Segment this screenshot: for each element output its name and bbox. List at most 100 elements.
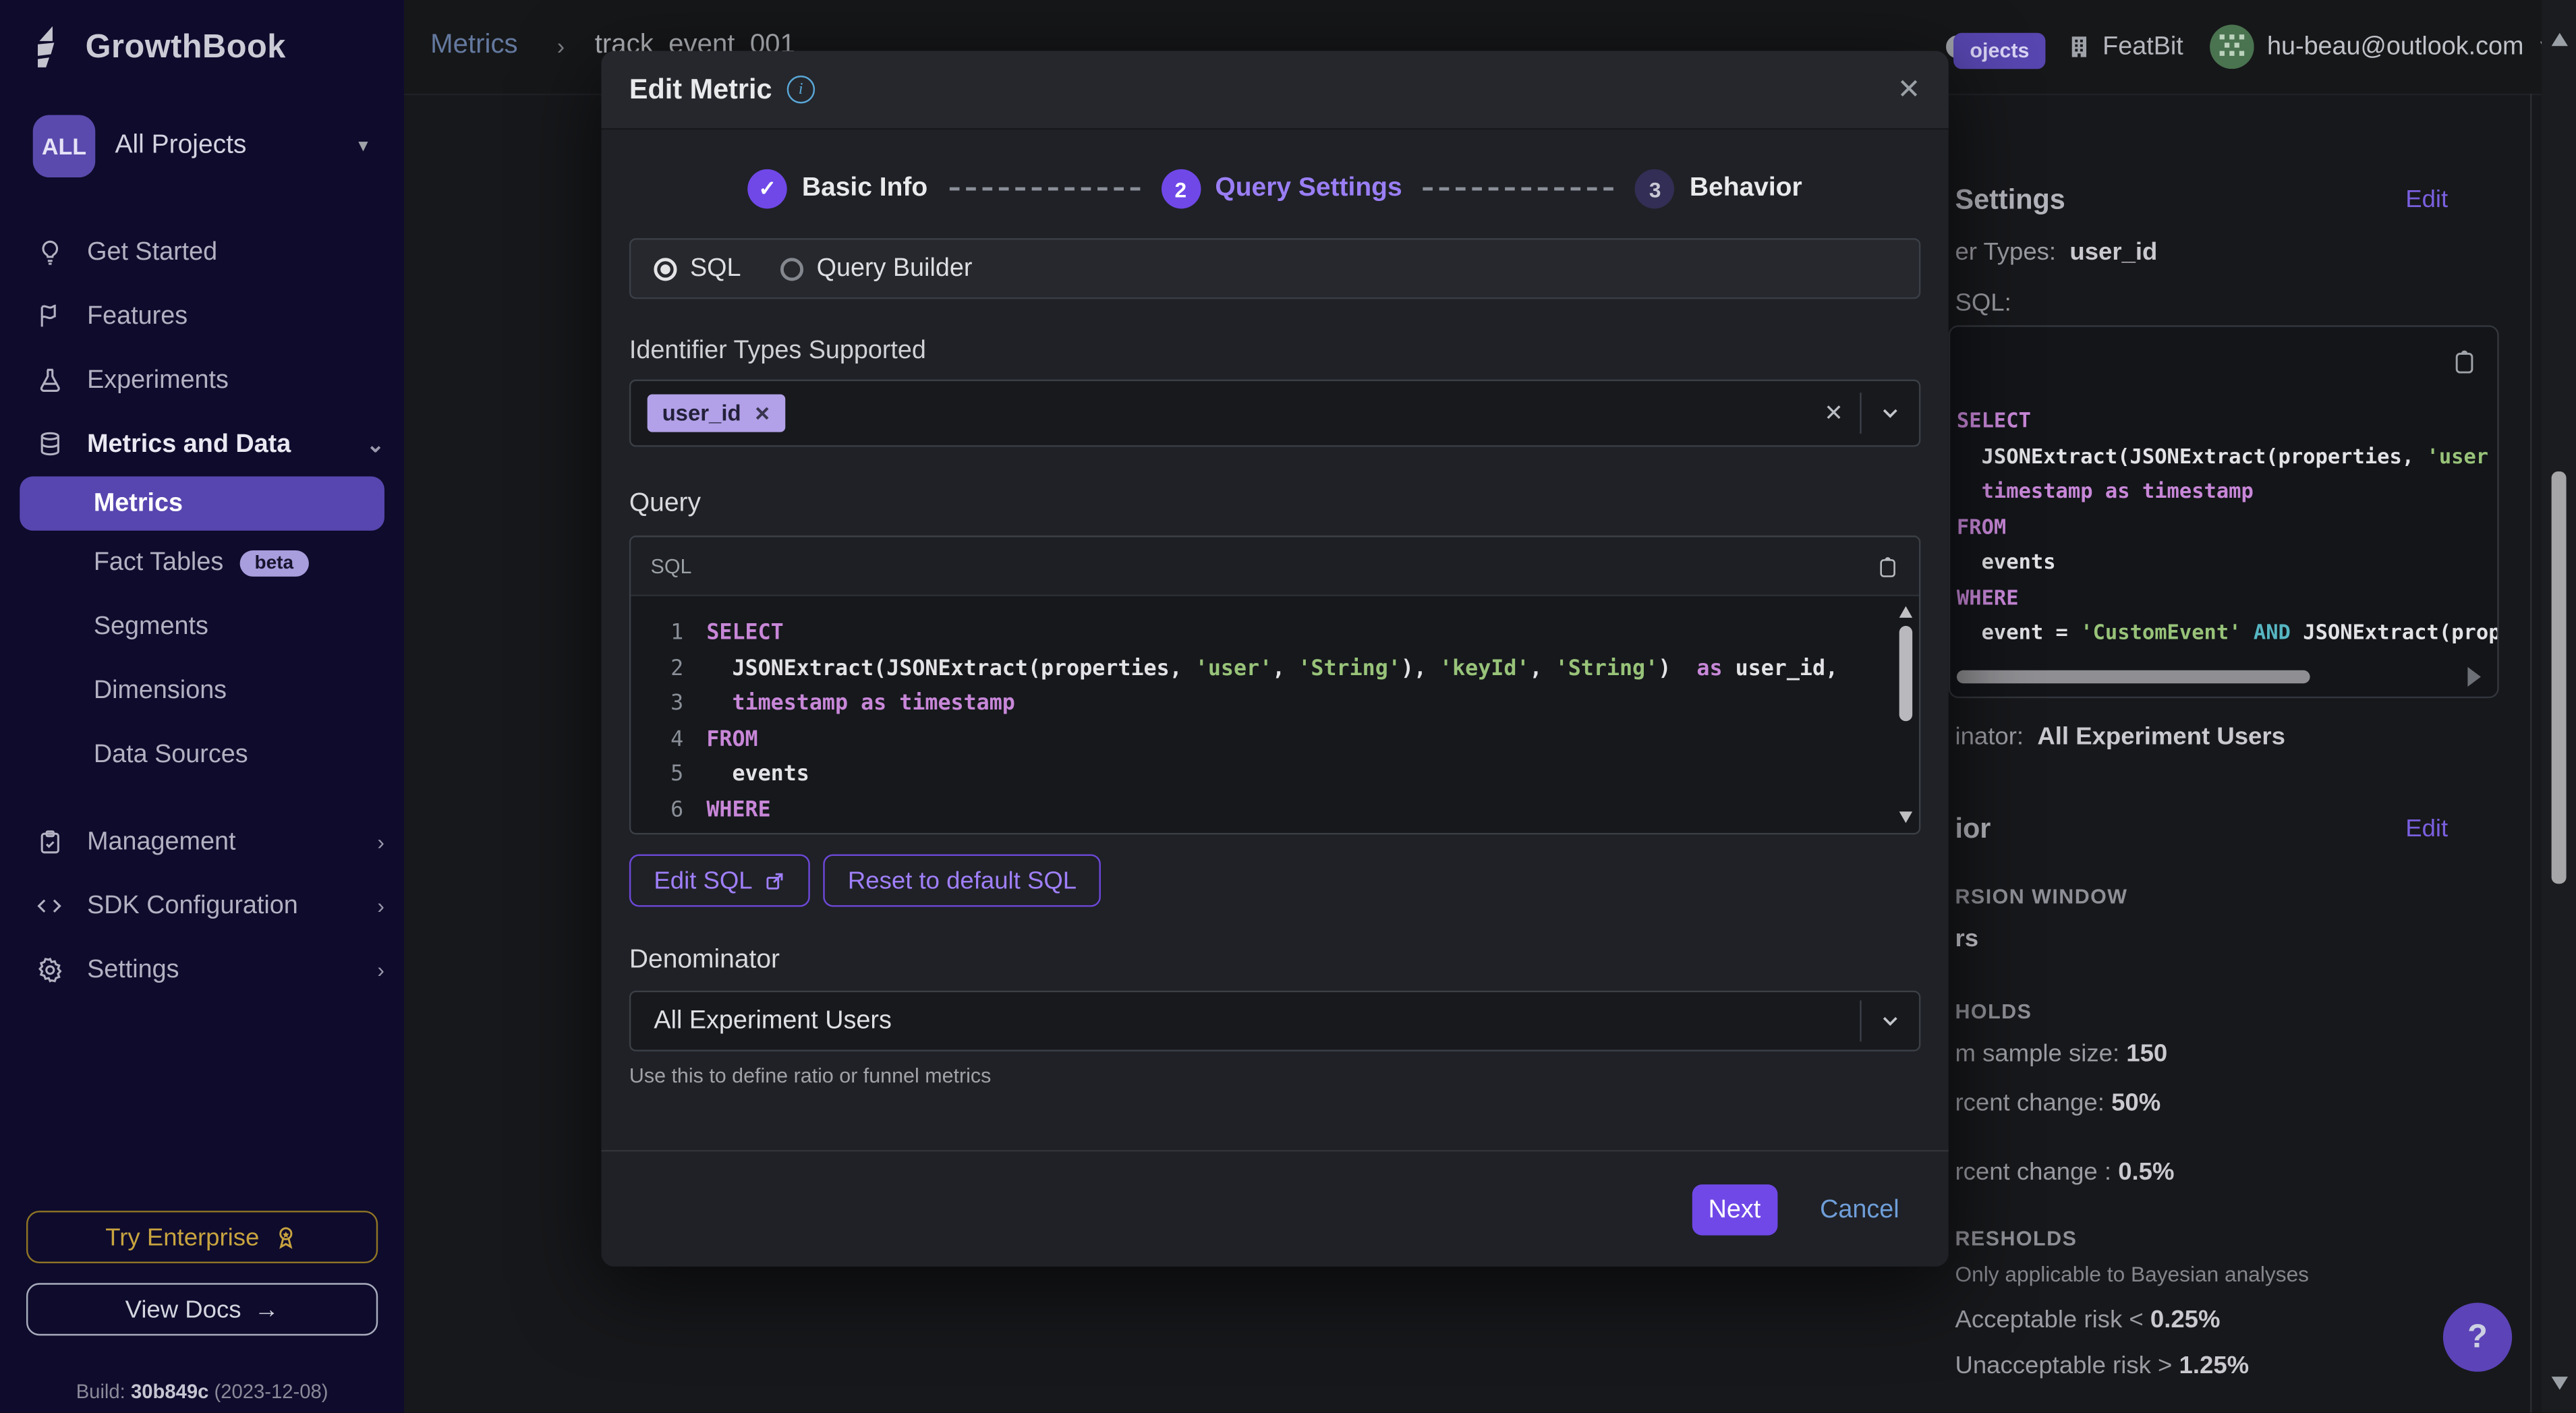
scroll-up-arrow[interactable] — [1899, 606, 1912, 618]
reset-sql-button[interactable]: Reset to default SQL — [823, 855, 1101, 907]
help-button[interactable]: ? — [2443, 1303, 2512, 1372]
sidebar-item-sdk-configuration[interactable]: SDK Configuration › — [0, 874, 404, 938]
conversion-window-value: rs — [1955, 925, 1978, 952]
user-email: hu-beau@outlook.com — [2267, 32, 2523, 61]
chevron-down-icon — [1878, 1009, 1903, 1034]
radio-sql[interactable]: SQL — [654, 254, 741, 283]
scroll-down-arrow[interactable] — [2552, 1377, 2568, 1389]
code-icon — [33, 892, 66, 920]
sidebar-item-metrics-and-data[interactable]: Metrics and Data ⌄ — [0, 412, 404, 476]
edit-behavior-link[interactable]: Edit — [2405, 815, 2448, 842]
sidebar-item-segments[interactable]: Segments — [0, 595, 404, 659]
editor-header: SQL — [631, 537, 1919, 596]
sidebar-item-experiments[interactable]: Experiments — [0, 348, 404, 412]
identifier-types-multiselect[interactable]: user_id ✕ ✕ — [629, 380, 1920, 447]
step-query-settings[interactable]: 2 Query Settings — [1161, 169, 1402, 208]
edit-sql-button[interactable]: Edit SQL — [629, 855, 810, 907]
org-name: FeatBit — [2102, 32, 2183, 61]
try-enterprise-label: Try Enterprise — [105, 1223, 259, 1250]
wizard-stepper: ✓ Basic Info 2 Query Settings 3 Behavior — [601, 169, 1948, 208]
scrollbar-thumb[interactable] — [2552, 471, 2567, 884]
query-label: Query — [629, 490, 1920, 519]
denominator-row: inator: All Experiment Users — [1955, 723, 2285, 751]
project-selector[interactable]: ALL All Projects ▼ — [33, 115, 372, 177]
copy-icon[interactable] — [2451, 347, 2478, 376]
horizontal-scrollbar-thumb[interactable] — [1957, 670, 2310, 683]
chevron-right-icon: › — [377, 958, 384, 983]
edit-metric-modal: Edit Metric i ✕ ✓ Basic Info 2 Query Set… — [601, 51, 1948, 1267]
page-scrollbar[interactable] — [2542, 0, 2576, 1413]
scroll-up-arrow[interactable] — [2552, 33, 2568, 46]
close-icon[interactable]: ✕ — [1897, 73, 1921, 106]
denominator-helper-text: Use this to define ratio or funnel metri… — [629, 1064, 1920, 1087]
sample-size-row: m sample size: 150 — [1955, 1040, 2167, 1068]
editor-language-label: SQL — [651, 554, 692, 577]
chevron-right-icon: › — [377, 830, 384, 855]
sidebar-item-label: Get Started — [87, 237, 217, 267]
database-icon — [33, 430, 66, 458]
edit-sql-label: Edit SQL — [654, 867, 752, 894]
sidebar-item-label: Fact Tables — [94, 548, 223, 577]
lightbulb-icon — [33, 238, 66, 266]
breadcrumb-metrics[interactable]: Metrics — [430, 30, 518, 61]
org-switcher[interactable]: FeatBit — [2067, 32, 2183, 61]
copy-icon[interactable] — [1877, 553, 1899, 579]
projects-badge: ojects — [1953, 33, 2046, 69]
identifier-types-row: er Types: user_id — [1955, 238, 2157, 266]
next-button[interactable]: Next — [1692, 1184, 1777, 1236]
sidebar-item-management[interactable]: Management › — [0, 810, 404, 874]
sidebar-item-features[interactable]: Features — [0, 284, 404, 348]
sql-code: 1SELECT2 JSONExtract(JSONExtract(propert… — [631, 596, 1919, 828]
user-menu[interactable]: hu-beau@outlook.com ▼ — [2210, 25, 2553, 69]
sidebar-item-label: Features — [87, 301, 188, 331]
scroll-down-arrow[interactable] — [1899, 811, 1912, 823]
edit-query-settings-link[interactable]: Edit — [2405, 185, 2448, 213]
flag-icon — [33, 302, 66, 330]
step-1-check-icon: ✓ — [748, 169, 787, 208]
step-2-number: 2 — [1161, 169, 1200, 208]
step-basic-info[interactable]: ✓ Basic Info — [748, 169, 928, 208]
cancel-button[interactable]: Cancel — [1820, 1195, 1899, 1225]
metric-sql-preview: SELECT JSONExtract(JSONExtract(propertie… — [1949, 325, 2499, 698]
sidebar-item-data-sources[interactable]: Data Sources — [0, 723, 404, 787]
sidebar-item-label: Segments — [94, 612, 208, 641]
select-divider — [1860, 1000, 1861, 1041]
scroll-right-arrow[interactable] — [2467, 667, 2480, 687]
scrollbar-thumb[interactable] — [1899, 626, 1912, 721]
sidebar-item-metrics[interactable]: Metrics — [20, 476, 384, 530]
clipboard-icon — [33, 828, 66, 856]
sidebar: GrowthBook ALL All Projects ▼ Get Starte… — [0, 0, 404, 1413]
editor-body[interactable]: 1SELECT2 JSONExtract(JSONExtract(propert… — [631, 596, 1919, 833]
avatar — [2210, 25, 2254, 69]
chip-remove-icon[interactable]: ✕ — [754, 402, 771, 425]
chip-label: user_id — [662, 401, 741, 426]
unacceptable-risk-row: Unacceptable risk > 1.25% — [1955, 1352, 2249, 1380]
chevron-down-icon[interactable] — [1878, 401, 1903, 426]
sidebar-item-get-started[interactable]: Get Started — [0, 220, 404, 284]
identifier-chip-user-id[interactable]: user_id ✕ — [648, 395, 786, 432]
step-label: Basic Info — [802, 174, 927, 204]
radio-query-builder[interactable]: Query Builder — [780, 254, 972, 283]
beta-badge: beta — [240, 550, 308, 576]
denominator-select[interactable]: All Experiment Users — [629, 991, 1920, 1051]
gear-icon — [33, 956, 66, 984]
sidebar-item-settings[interactable]: Settings › — [0, 938, 404, 1002]
modal-title: Edit Metric — [629, 73, 772, 106]
denominator-value: All Experiment Users — [654, 1006, 891, 1036]
project-label: All Projects — [115, 132, 335, 161]
sidebar-item-label: Dimensions — [94, 676, 227, 705]
sidebar-item-fact-tables[interactable]: Fact Tables beta — [0, 531, 404, 595]
reset-sql-label: Reset to default SQL — [848, 867, 1077, 894]
clear-all-icon[interactable]: ✕ — [1824, 399, 1843, 427]
try-enterprise-button[interactable]: Try Enterprise — [26, 1211, 378, 1263]
sidebar-item-label: SDK Configuration — [87, 891, 298, 921]
sidebar-item-label: Experiments — [87, 366, 229, 395]
radio-unselected-icon — [780, 257, 803, 280]
app-logo[interactable]: GrowthBook — [0, 0, 404, 69]
step-behavior[interactable]: 3 Behavior — [1636, 169, 1802, 208]
min-change-row: rcent change : 0.5% — [1955, 1158, 2174, 1186]
editor-scrollbar[interactable] — [1896, 600, 1916, 830]
chevron-right-icon: › — [377, 894, 384, 919]
sidebar-item-dimensions[interactable]: Dimensions — [0, 659, 404, 723]
view-docs-button[interactable]: View Docs → — [26, 1283, 378, 1335]
